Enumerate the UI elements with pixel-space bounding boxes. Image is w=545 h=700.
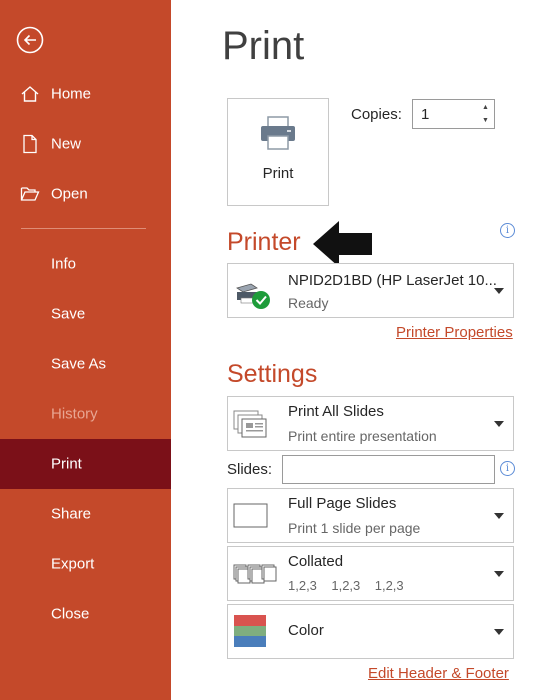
copies-stepper[interactable]: 1 ▲ ▼ — [412, 99, 495, 129]
copies-value: 1 — [421, 106, 430, 123]
print-panel: Print Print Copies: 1 ▲ ▼ Printer i NPID… — [171, 0, 545, 700]
layout-dropdown[interactable]: Full Page Slides Print 1 slide per page — [227, 488, 514, 543]
printer-properties-link[interactable]: Printer Properties — [396, 324, 513, 341]
nav-item-open[interactable]: Open — [0, 169, 171, 219]
nav-label-share: Share — [51, 505, 92, 523]
nav-item-save[interactable]: Save — [0, 289, 171, 339]
printer-icon — [259, 115, 297, 156]
nav-label-history: History — [51, 405, 98, 423]
nav-item-info[interactable]: Info — [0, 239, 171, 289]
edit-header-footer-link[interactable]: Edit Header & Footer — [368, 665, 509, 682]
color-title: Color — [288, 622, 324, 639]
collation-subtitle: 1,2,3 1,2,3 1,2,3 — [288, 578, 404, 593]
nav-item-print[interactable]: Print — [0, 439, 171, 489]
spin-down-icon[interactable]: ▼ — [482, 117, 490, 125]
chevron-down-icon — [494, 420, 504, 427]
home-icon — [20, 84, 40, 104]
nav-label-close: Close — [51, 605, 90, 623]
back-arrow-icon[interactable] — [16, 26, 44, 54]
nav-item-home[interactable]: Home — [0, 69, 171, 119]
nav-label-print: Print — [51, 455, 82, 473]
printer-heading: Printer — [227, 228, 301, 256]
print-range-dropdown[interactable]: Print All Slides Print entire presentati… — [227, 396, 514, 451]
backstage-sidebar: Home New Open Info Save Save As History … — [0, 0, 171, 700]
color-swatch-icon — [233, 615, 267, 652]
collated-icon — [233, 563, 277, 590]
nav-separator — [21, 228, 146, 229]
collation-dropdown[interactable]: Collated 1,2,3 1,2,3 1,2,3 — [227, 546, 514, 601]
nav-label-home: Home — [51, 85, 92, 103]
printer-info-icon[interactable]: i — [500, 223, 515, 238]
chevron-down-icon — [494, 570, 504, 577]
chevron-down-icon — [494, 287, 504, 294]
nav-label-save-as: Save As — [51, 355, 107, 373]
color-dropdown[interactable]: Color — [227, 604, 514, 659]
slides-info-icon[interactable]: i — [500, 461, 515, 476]
printer-ready-icon — [233, 274, 273, 315]
collation-title: Collated — [288, 553, 344, 570]
settings-heading: Settings — [227, 360, 318, 388]
nav-item-save-as[interactable]: Save As — [0, 339, 171, 389]
print-range-subtitle: Print entire presentation — [288, 428, 437, 444]
layout-subtitle: Print 1 slide per page — [288, 520, 421, 536]
nav-item-share[interactable]: Share — [0, 489, 171, 539]
nav-item-close[interactable]: Close — [0, 589, 171, 639]
page-title: Print — [222, 24, 305, 68]
print-button-label: Print — [262, 165, 294, 182]
full-page-slide-icon — [233, 503, 269, 534]
print-button[interactable]: Print — [227, 98, 329, 206]
chevron-down-icon — [494, 628, 504, 635]
copies-label: Copies: — [351, 106, 402, 123]
nav-item-new[interactable]: New — [0, 119, 171, 169]
nav-item-history: History — [0, 389, 171, 439]
slides-label: Slides: — [227, 461, 273, 478]
nav-label-save: Save — [51, 305, 86, 323]
new-document-icon — [20, 134, 40, 154]
chevron-down-icon — [494, 512, 504, 519]
print-range-title: Print All Slides — [288, 403, 384, 420]
spin-up-icon[interactable]: ▲ — [482, 104, 490, 112]
all-slides-icon — [233, 409, 269, 444]
nav-label-new: New — [51, 135, 82, 153]
printer-dropdown[interactable]: NPID2D1BD (HP LaserJet 10... Ready — [227, 263, 514, 318]
nav-label-export: Export — [51, 555, 95, 573]
printer-name: NPID2D1BD (HP LaserJet 10... — [288, 272, 497, 289]
printer-status: Ready — [288, 295, 329, 311]
nav-label-info: Info — [51, 255, 77, 273]
nav-label-open: Open — [51, 185, 88, 203]
open-folder-icon — [20, 184, 40, 204]
nav-item-export[interactable]: Export — [0, 539, 171, 589]
layout-title: Full Page Slides — [288, 495, 397, 512]
slides-input[interactable] — [282, 455, 495, 484]
